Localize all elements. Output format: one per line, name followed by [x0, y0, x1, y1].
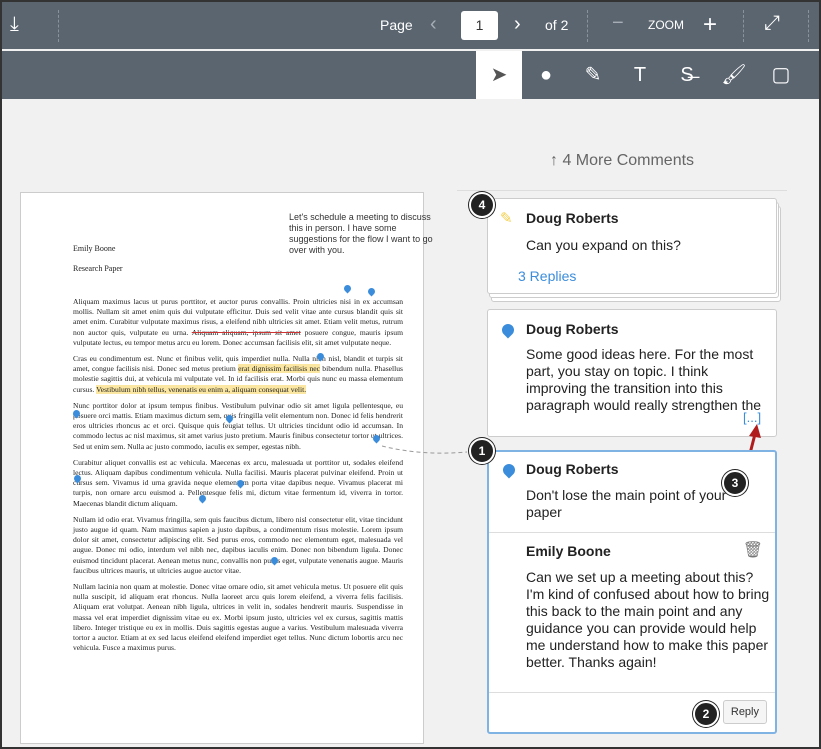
comment-author: Doug Roberts: [526, 210, 619, 226]
highlighted-text[interactable]: erat dignissim facilisis nec: [238, 364, 320, 374]
strikeout-icon: S̶: [680, 64, 694, 86]
strikeout-tool[interactable]: S̶: [664, 51, 710, 99]
pin-tool[interactable]: ●: [523, 51, 569, 99]
previous-page-icon[interactable]: ‹: [430, 13, 437, 36]
paragraph: Cras eu condimentum est. Nunc et finibus…: [73, 354, 403, 395]
pin-icon: [499, 321, 517, 339]
page-label: Page: [380, 17, 413, 33]
free-text-annotation[interactable]: Let's schedule a meeting to discuss this…: [289, 212, 439, 256]
annotation-viewer: ⤓ Page ‹ 1 › of 2 − ZOOM + ⤢ ➤ ● ✎ T S̶ 🖌 ▢ ↑ …: [2, 2, 819, 747]
document-author: Emily Boone: [73, 244, 116, 253]
document-body: Aliquam maximus lacus ut purus porttitor…: [73, 297, 403, 660]
comment-text: Some good ideas here. For the most part,…: [526, 346, 762, 413]
text-icon: T: [633, 64, 647, 86]
replies-link[interactable]: 3 Replies: [518, 268, 576, 284]
area-icon: ▢: [771, 64, 791, 86]
reply-button[interactable]: Reply: [722, 700, 767, 724]
divider: [743, 10, 744, 42]
top-toolbar: ⤓ Page ‹ 1 › of 2 − ZOOM + ⤢: [2, 2, 819, 49]
divider: [587, 10, 588, 42]
reply-text: Can we set up a meeting about this? I'm …: [526, 569, 770, 670]
comment-text: Can you expand on this?: [526, 237, 681, 253]
expand-icon[interactable]: ⤢: [764, 12, 780, 35]
text-segment: Nullam id odio erat. Vivamus fringilla, …: [73, 514, 403, 575]
comment-thread-highlight[interactable]: ✎ Doug Roberts Can you expand on this? 3…: [487, 198, 777, 294]
paragraph: Aliquam maximus lacus ut purus porttitor…: [73, 297, 403, 348]
strikeout-text[interactable]: Aliquam aliquam, ipsum sit amet: [192, 328, 301, 337]
zoom-in-icon[interactable]: +: [703, 11, 717, 39]
callout-badge: 4: [469, 192, 495, 218]
paragraph: Nullam id odio erat. Vivamus fringilla, …: [73, 515, 403, 576]
reply-author: Emily Boone: [526, 543, 611, 559]
document-title: Research Paper: [73, 264, 123, 273]
divider: [808, 10, 809, 42]
highlight-icon: ✎: [584, 64, 602, 86]
callout-badge: 1: [469, 438, 495, 464]
zoom-out-icon[interactable]: −: [612, 12, 624, 35]
comment-thread-pin[interactable]: Doug Roberts Some good ideas here. For t…: [487, 309, 777, 437]
next-page-icon[interactable]: ›: [514, 13, 521, 36]
pin-icon: [500, 461, 518, 479]
select-tool[interactable]: ➤: [476, 51, 522, 99]
comment-text: Don't lose the main point of your paper: [526, 487, 727, 520]
divider: [58, 10, 59, 42]
highlighted-text[interactable]: Vestibulum nibh tellus, venenatis eu eni…: [96, 384, 307, 394]
annotation-toolbar: ➤ ● ✎ T S̶ 🖌 ▢: [2, 51, 819, 99]
connector-line: [382, 445, 468, 454]
pin-icon[interactable]: [366, 286, 377, 297]
divider: [489, 532, 775, 533]
paragraph: Nunc porttitor dolor at ipsum tempus fin…: [73, 401, 403, 452]
text-segment: Nullam lacinia non quam at molestie. Don…: [73, 582, 403, 653]
pin-icon: ●: [539, 64, 553, 86]
divider: [489, 692, 775, 693]
page-number-input[interactable]: 1: [461, 11, 498, 40]
zoom-label: ZOOM: [648, 18, 684, 32]
comment-author: Doug Roberts: [526, 321, 619, 337]
highlight-icon: ✎: [500, 210, 513, 227]
callout-badge: 2: [693, 701, 719, 727]
paragraph: Nullam lacinia non quam at molestie. Don…: [73, 582, 403, 653]
highlight-tool[interactable]: ✎: [570, 51, 616, 99]
select-icon: ➤: [490, 64, 508, 86]
page-count: of 2: [545, 17, 569, 33]
trash-icon[interactable]: 🗑: [743, 540, 763, 560]
comment-author: Doug Roberts: [526, 461, 619, 477]
text-segment: Nunc porttitor dolor at ipsum tempus fin…: [73, 400, 403, 451]
draw-icon: 🖌: [721, 64, 747, 86]
text-tool[interactable]: T: [617, 51, 663, 99]
more-comments-link[interactable]: ↑ 4 More Comments: [550, 152, 694, 170]
document-page[interactable]: Let's schedule a meeting to discuss this…: [20, 192, 433, 744]
download-icon[interactable]: ⤓: [10, 13, 19, 36]
callout-badge: 3: [722, 470, 748, 496]
pin-icon[interactable]: [342, 283, 353, 294]
draw-tool[interactable]: 🖌: [711, 51, 757, 99]
divider: [457, 190, 787, 191]
area-tool[interactable]: ▢: [758, 51, 804, 99]
